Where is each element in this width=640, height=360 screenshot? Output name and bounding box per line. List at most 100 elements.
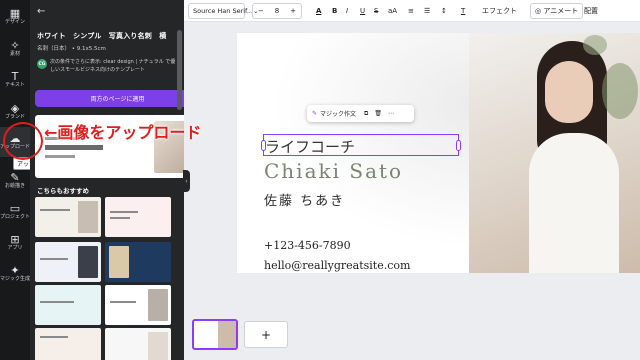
annotation-text: ←画像をアップロード — [44, 123, 202, 142]
animate-label: アニメート — [543, 7, 579, 15]
phone-text[interactable]: +123-456-7890 — [264, 239, 351, 252]
rail-item-projects[interactable]: ▭ プロジェクト — [0, 197, 30, 227]
recommend-thumb[interactable] — [35, 197, 101, 237]
thumb-line — [40, 301, 74, 303]
template-meta: 名刺（日本） • 9.1x5.5cm — [37, 46, 106, 52]
recommend-thumb[interactable] — [35, 242, 101, 282]
page-thumbnail-photo — [218, 321, 236, 348]
name-english-text[interactable]: Chiaki Sato — [264, 159, 403, 183]
animate-button[interactable]: ◎ アニメート — [530, 3, 584, 19]
recommend-heading: こちらもおすすめ — [37, 187, 89, 195]
template-detail-panel: ← ホワイト シンプル 写真入り名刺 横 名刺（日本） • 9.1x5.5cm … — [30, 0, 184, 360]
font-size-stepper[interactable]: − 8 + — [252, 3, 302, 19]
rail-item-text[interactable]: T テキスト — [0, 65, 30, 95]
list-icon[interactable]: ☰ — [424, 3, 430, 19]
copy-icon[interactable]: ⧉ — [364, 110, 368, 118]
rail-item-label: デザイン — [4, 19, 25, 25]
letter-case-icon[interactable]: aA — [388, 3, 397, 19]
thumb-line — [110, 217, 130, 219]
rail-item-label: ブランド — [4, 114, 25, 120]
recommend-thumb[interactable] — [105, 328, 171, 360]
animate-icon: ◎ — [535, 7, 544, 15]
portrait-body — [529, 133, 619, 273]
name-japanese-text[interactable]: 佐藤 ちあき — [264, 190, 345, 209]
delete-icon[interactable]: 🗑 — [374, 110, 382, 117]
rail-item-elements[interactable]: ✧ 素材 — [0, 34, 30, 64]
collapse-panel-handle[interactable]: ‹ — [183, 170, 190, 192]
bold-icon[interactable]: B — [332, 3, 337, 19]
italic-icon[interactable]: I — [346, 3, 348, 19]
elements-icon: ✧ — [10, 39, 20, 52]
panel-scrollbar[interactable] — [177, 30, 182, 110]
foliage-decoration — [583, 35, 607, 55]
recommend-thumb[interactable] — [35, 328, 101, 360]
recommend-thumb[interactable] — [105, 242, 171, 282]
thumb-photo — [109, 246, 129, 278]
folder-icon: ▭ — [9, 202, 21, 215]
recommend-thumb[interactable] — [105, 285, 171, 325]
preview-line — [45, 155, 75, 158]
rail-item-draw[interactable]: ✎ お絵描き — [0, 166, 30, 196]
font-family-select[interactable]: Source Han Serif... ⌄ — [188, 3, 259, 19]
rail-item-design[interactable]: ▦ デザイン — [0, 2, 30, 32]
font-size-value[interactable]: 8 — [275, 7, 279, 15]
align-icon[interactable]: ≡ — [408, 3, 414, 19]
add-page-button[interactable]: + — [244, 321, 288, 348]
more-options-icon[interactable]: ⋯ — [388, 110, 394, 117]
thumb-line — [40, 209, 70, 211]
magic-wand-icon: ✎ — [312, 110, 318, 117]
brand-icon: ◈ — [10, 102, 20, 115]
magic-write-button[interactable]: マジック作文 — [320, 109, 356, 118]
floating-context-toolbar: ✎ マジック作文 ⧉ 🗑 ⋯ — [307, 105, 414, 122]
strikethrough-icon[interactable]: S — [374, 3, 378, 19]
page-strip: + — [184, 314, 640, 360]
rail-item-label: 素材 — [9, 51, 20, 57]
text-selection-box[interactable] — [261, 134, 461, 156]
font-color-icon[interactable]: A — [316, 3, 321, 19]
recommend-thumb[interactable] — [105, 197, 171, 237]
rail-item-label: マジック生成 — [0, 276, 31, 282]
preview-line — [45, 145, 103, 150]
foliage-decoration — [602, 63, 638, 119]
spacing-icon[interactable]: ↕ — [441, 3, 447, 19]
sparkle-icon: ✦ — [10, 264, 20, 277]
rail-item-label: テキスト — [5, 82, 25, 88]
rail-item-apps[interactable]: ⊞ アプリ — [0, 228, 30, 258]
decrease-size-icon[interactable]: − — [258, 7, 264, 15]
template-description: 次の条件でさらに表示: clear design | ナチュラル で優しいスモー… — [50, 59, 176, 73]
thumb-line — [110, 211, 138, 213]
increase-size-icon[interactable]: + — [290, 7, 296, 15]
business-card-canvas[interactable]: ライフコーチ Chiaki Sato 佐藤 ちあき +123-456-7890 … — [237, 33, 640, 273]
author-avatar[interactable]: CG — [37, 59, 47, 69]
page-thumbnail[interactable] — [192, 319, 238, 350]
resize-handle-right[interactable] — [456, 140, 461, 151]
recommend-thumb[interactable] — [35, 285, 101, 325]
rail-item-label: お絵描き — [4, 183, 25, 189]
text-icon: T — [11, 70, 19, 83]
left-rail: ▦ デザイン ✧ 素材 T テキスト ◈ ブランド ☁ アップロード ✎ お絵描… — [0, 0, 30, 360]
template-title: ホワイト シンプル 写真入り名刺 横 — [37, 32, 167, 40]
rail-item-label: プロジェクト — [0, 214, 31, 220]
rail-item-label: アプリ — [7, 245, 23, 251]
thumb-line — [110, 301, 136, 303]
thumb-photo — [78, 201, 98, 233]
thumb-photo — [78, 246, 98, 278]
pen-icon: ✎ — [10, 171, 20, 184]
back-arrow-icon[interactable]: ← — [37, 6, 45, 17]
design-icon: ▦ — [9, 7, 21, 20]
email-text[interactable]: hello@reallygreatsite.com — [264, 259, 410, 272]
resize-handle-left[interactable] — [261, 140, 266, 151]
text-toolbar: Source Han Serif... ⌄ − 8 + A B I U S aA… — [184, 0, 640, 22]
thumb-line — [40, 336, 68, 338]
vertical-text-icon[interactable]: T — [461, 3, 465, 19]
apply-both-pages-button[interactable]: 両方のページに適用 — [35, 90, 184, 107]
thumb-photo — [148, 332, 168, 360]
underline-icon[interactable]: U — [360, 3, 365, 19]
annotation-circle — [3, 122, 43, 160]
rail-item-magic-media[interactable]: ✦ マジック生成 — [0, 259, 30, 289]
portrait-face — [545, 61, 593, 123]
font-family-value: Source Han Serif... — [193, 7, 254, 15]
apps-grid-icon: ⊞ — [10, 233, 20, 246]
position-button[interactable]: 配置 — [584, 3, 598, 19]
effects-button[interactable]: エフェクト — [482, 3, 517, 19]
